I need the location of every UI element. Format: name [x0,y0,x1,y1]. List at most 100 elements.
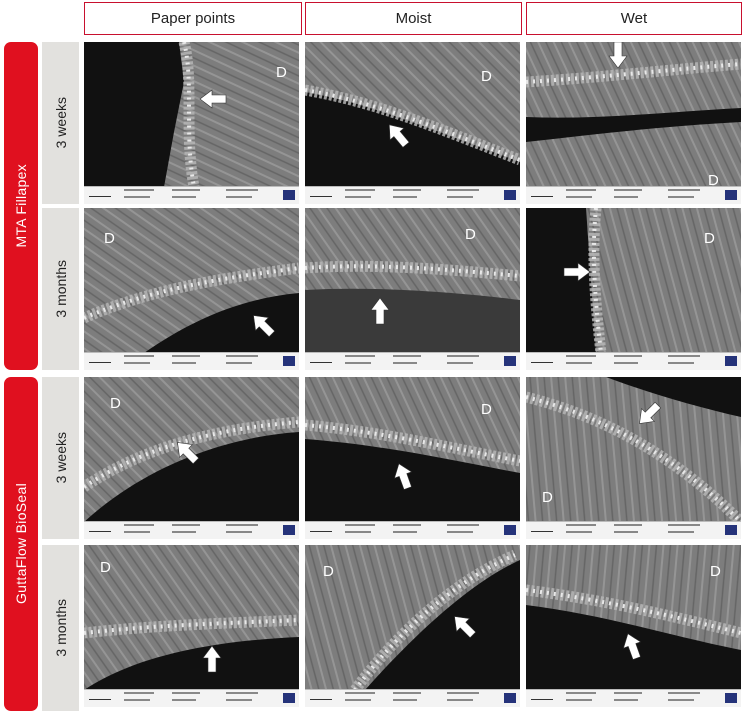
zeiss-logo-icon [504,356,516,366]
info-text [393,531,417,533]
column-header-paper-points: Paper points [84,2,302,35]
info-text [614,524,642,526]
info-text [614,531,638,533]
dentin-label: D [481,68,492,85]
sem-image: D [84,208,299,370]
info-text [566,692,596,694]
scale-bar [310,531,332,532]
info-text [393,524,421,526]
scale-bar [531,699,553,700]
info-text [668,699,694,701]
sem-image: D [305,42,520,204]
info-text [345,355,375,357]
info-text [226,196,252,198]
info-text [345,692,375,694]
info-text [566,196,592,198]
scale-bar [531,196,553,197]
sem-image: D [526,545,741,707]
info-text [393,355,421,357]
info-text [668,189,700,191]
info-text [124,355,154,357]
scale-bar [310,196,332,197]
column-header-label: Paper points [150,10,236,27]
scale-bar [89,699,111,700]
dentin-label: D [104,230,115,247]
canal-space [305,288,520,353]
info-text [172,531,196,533]
group-label-mta-fillapex: MTA Fillapex [4,42,38,370]
info-text [124,692,154,694]
info-text [124,524,154,526]
info-text [447,692,479,694]
info-text [447,196,473,198]
sem-info-bar [526,521,741,539]
dentin-label: D [323,563,334,580]
info-text [226,189,258,191]
sem-micrograph [526,377,741,522]
info-text [566,531,592,533]
sem-image: D [526,42,741,204]
scale-bar [531,362,553,363]
info-text [172,189,200,191]
info-text [668,355,700,357]
column-header-wet: Wet [526,2,742,35]
sem-micrograph [84,208,299,353]
info-text [447,699,473,701]
info-text [172,524,200,526]
info-text [447,362,473,364]
sem-info-bar [526,352,741,370]
column-header-label: Wet [620,10,648,27]
sem-image: D [84,377,299,539]
sem-info-bar [305,186,520,204]
timepoint-label-3-weeks: 3 weeks [42,42,79,204]
sem-micrograph [305,208,520,353]
scale-bar [310,699,332,700]
sem-micrograph [84,545,299,690]
dentin-label: D [710,563,721,580]
sem-info-bar [84,521,299,539]
info-text [614,362,638,364]
sem-micrograph [84,42,299,187]
column-header-moist: Moist [305,2,522,35]
sem-micrograph [526,545,741,690]
sem-micrograph [305,377,520,522]
info-text [566,524,596,526]
sem-micrograph [305,545,520,690]
dentin-label: D [481,401,492,418]
sem-info-bar [84,352,299,370]
sem-micrograph [526,42,741,187]
info-text [447,531,473,533]
info-text [614,699,638,701]
zeiss-logo-icon [725,356,737,366]
info-text [668,531,694,533]
info-text [345,189,375,191]
info-text [668,692,700,694]
info-text [566,355,596,357]
info-text [447,355,479,357]
sem-image: D [526,377,741,539]
info-text [124,699,150,701]
zeiss-logo-icon [504,693,516,703]
zeiss-logo-icon [504,190,516,200]
timepoint-label-3-months: 3 months [42,208,79,370]
info-text [124,531,150,533]
group-label-guttaflow-bioseal: GuttaFlow BioSeal [4,377,38,711]
info-text [668,524,700,526]
info-text [393,699,417,701]
info-text [124,196,150,198]
scale-bar [89,362,111,363]
info-text [226,362,252,364]
timepoint-label-3-weeks: 3 weeks [42,377,79,539]
sem-micrograph [305,42,520,187]
zeiss-logo-icon [725,190,737,200]
info-text [393,196,417,198]
dentin-label: D [465,226,476,243]
sem-image: D [305,208,520,370]
info-text [614,692,642,694]
info-text [566,189,596,191]
sem-info-bar [305,521,520,539]
sem-image: D [305,377,520,539]
info-text [345,362,371,364]
info-text [172,196,196,198]
zeiss-logo-icon [725,693,737,703]
